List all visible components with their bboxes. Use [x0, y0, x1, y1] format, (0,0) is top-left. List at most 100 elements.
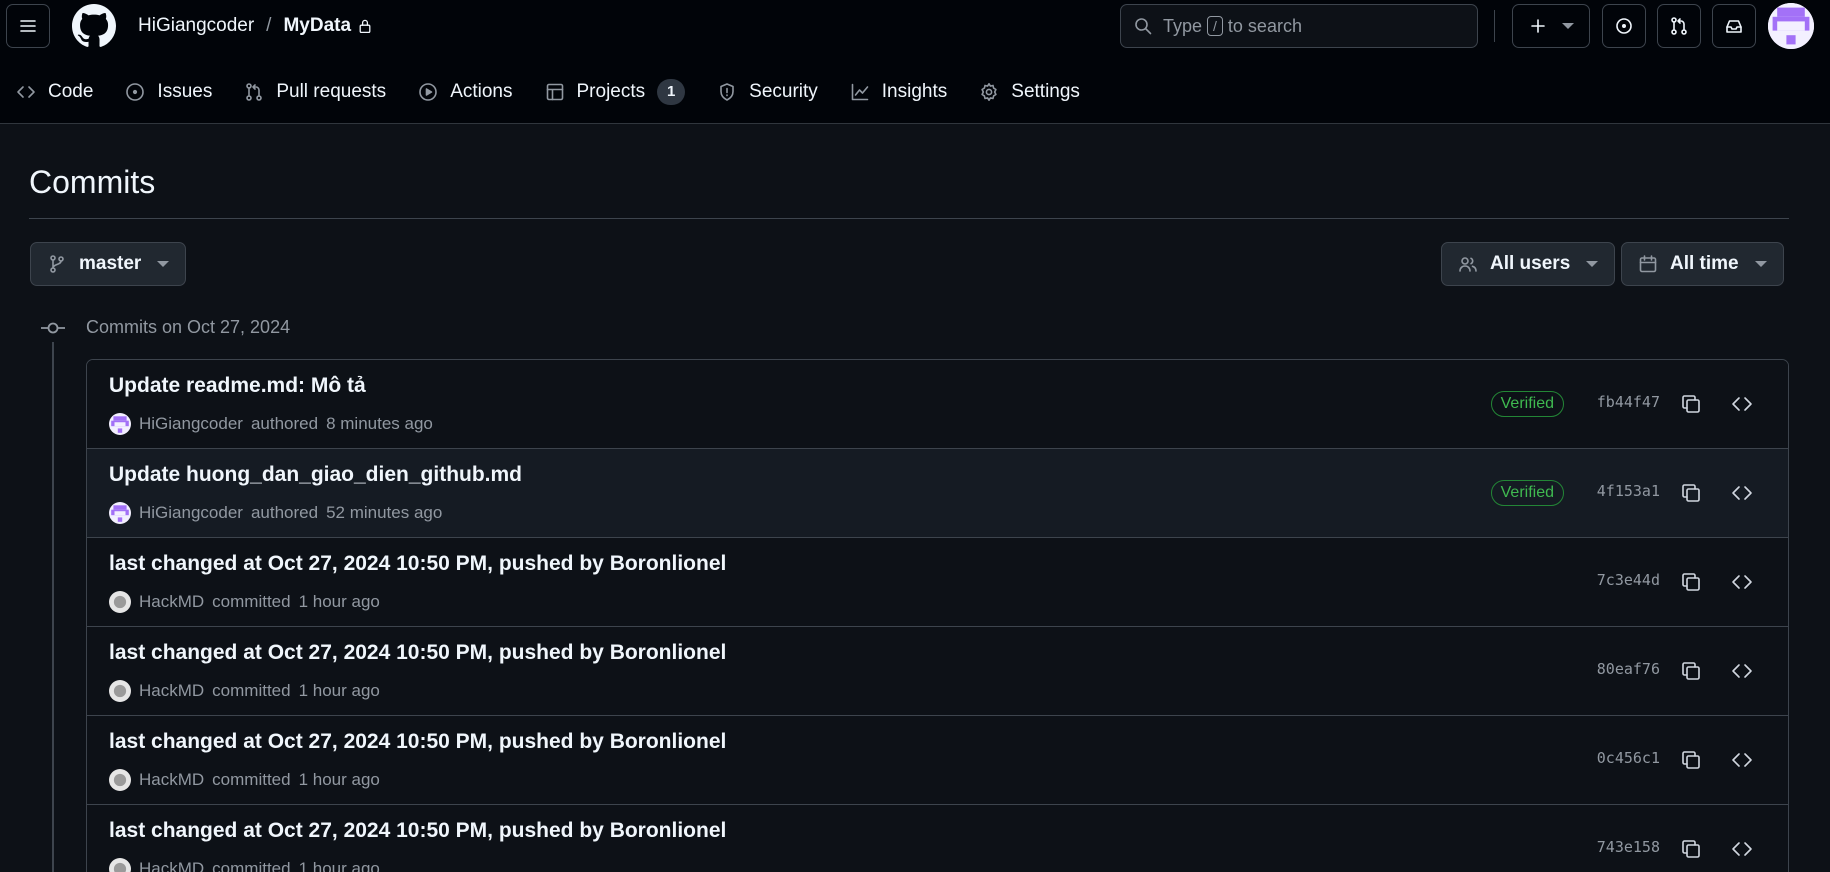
- search-shortcut-key: /: [1207, 16, 1223, 36]
- tab-settings[interactable]: Settings: [963, 81, 1096, 103]
- author-avatar[interactable]: [109, 413, 131, 435]
- calendar-icon: [1639, 255, 1657, 273]
- author-name[interactable]: HackMD: [139, 859, 204, 872]
- pull-request-icon: [246, 83, 263, 101]
- search-prefix: Type: [1163, 15, 1203, 36]
- browse-code-icon[interactable]: [1730, 659, 1754, 683]
- author-name[interactable]: HackMD: [139, 592, 204, 612]
- tab-issues[interactable]: Issues: [109, 81, 228, 103]
- copy-icon[interactable]: [1679, 837, 1703, 861]
- author-avatar[interactable]: [109, 769, 131, 791]
- tab-security[interactable]: Security: [701, 81, 834, 103]
- identicon-avatar: [109, 413, 131, 435]
- browse-code-icon[interactable]: [1730, 570, 1754, 594]
- author-avatar[interactable]: [109, 502, 131, 524]
- tab-actions[interactable]: Actions: [402, 81, 528, 103]
- copy-icon[interactable]: [1679, 748, 1703, 772]
- author-name[interactable]: HiGiangcoder: [139, 414, 243, 434]
- commit-meta: HiGiangcoder authored 52 minutes ago: [109, 501, 442, 525]
- commit-group-date: Commits on Oct 27, 2024: [86, 317, 291, 337]
- copy-icon[interactable]: [1679, 570, 1703, 594]
- inbox-icon: [1726, 20, 1742, 33]
- hackmd-avatar-icon: [113, 595, 127, 609]
- commit-row: last changed at Oct 27, 2024 10:50 PM, p…: [87, 627, 1788, 716]
- copy-icon[interactable]: [1679, 659, 1703, 683]
- commit-action: committed: [212, 770, 291, 789]
- chevron-down-icon: [1562, 23, 1574, 29]
- commit-meta: HackMD committed 1 hour ago: [109, 857, 380, 872]
- tab-insights[interactable]: Insights: [834, 81, 963, 103]
- author-avatar[interactable]: [109, 591, 131, 613]
- author-avatar[interactable]: [109, 680, 131, 702]
- time-filter-label: All time: [1670, 253, 1739, 274]
- users-filter-label: All users: [1490, 253, 1571, 274]
- play-icon: [419, 83, 437, 101]
- tab-code[interactable]: Code: [0, 81, 109, 103]
- browse-code-icon[interactable]: [1730, 748, 1754, 772]
- time-filter[interactable]: All time: [1621, 242, 1784, 286]
- commit-action: committed: [212, 592, 291, 611]
- search-suffix: to search: [1227, 15, 1302, 36]
- copy-icon[interactable]: [1679, 481, 1703, 505]
- commit-action: authored: [250, 414, 319, 433]
- graph-icon: [851, 83, 869, 101]
- browse-code-icon[interactable]: [1730, 392, 1754, 416]
- breadcrumb-separator: /: [266, 15, 272, 36]
- commit-title-link[interactable]: last changed at Oct 27, 2024 10:50 PM, p…: [109, 819, 726, 843]
- people-icon: [1459, 257, 1477, 272]
- commit-title-link[interactable]: last changed at Oct 27, 2024 10:50 PM, p…: [109, 641, 726, 665]
- verified-badge[interactable]: Verified: [1490, 480, 1564, 506]
- create-new-button[interactable]: [1512, 4, 1590, 48]
- hackmd-avatar-icon: [113, 773, 127, 787]
- tab-projects[interactable]: Projects 1: [529, 79, 702, 105]
- commit-sha-link[interactable]: 743e158: [1597, 838, 1660, 856]
- github-logo[interactable]: [72, 4, 116, 48]
- title-divider: [29, 218, 1789, 219]
- commit-sha-link[interactable]: 4f153a1: [1597, 482, 1660, 500]
- commit-sha-link[interactable]: 7c3e44d: [1597, 571, 1660, 589]
- branch-selector[interactable]: master: [30, 242, 187, 286]
- tab-security-label: Security: [749, 81, 818, 102]
- commit-sha-link[interactable]: fb44f47: [1597, 393, 1660, 411]
- browse-code-icon[interactable]: [1730, 481, 1754, 505]
- author-name[interactable]: HackMD: [139, 681, 204, 701]
- author-name[interactable]: HackMD: [139, 770, 204, 790]
- commit-title-link[interactable]: last changed at Oct 27, 2024 10:50 PM, p…: [109, 552, 726, 576]
- inbox-button[interactable]: [1712, 4, 1756, 48]
- repo-link[interactable]: MyData: [283, 15, 351, 37]
- hackmd-avatar-icon: [113, 862, 127, 872]
- users-filter[interactable]: All users: [1441, 242, 1616, 286]
- commit-title-link[interactable]: last changed at Oct 27, 2024 10:50 PM, p…: [109, 730, 726, 754]
- search-input[interactable]: Type / to search: [1120, 4, 1478, 48]
- hackmd-avatar-icon: [113, 684, 127, 698]
- issue-icon: [1616, 18, 1632, 34]
- search-icon: [1135, 18, 1152, 35]
- identicon-avatar: [109, 502, 131, 524]
- commit-sha-link[interactable]: 80eaf76: [1597, 660, 1660, 678]
- commit-time: 52 minutes ago: [326, 503, 443, 522]
- verified-badge[interactable]: Verified: [1490, 391, 1564, 417]
- repo-nav: Code Issues Pull requests Actions Projec…: [0, 72, 1096, 112]
- commit-time: 8 minutes ago: [326, 414, 433, 433]
- author-name[interactable]: HiGiangcoder: [139, 503, 243, 523]
- global-header: HiGiangcoder / MyData Type / to search C…: [0, 0, 1830, 124]
- commit-title-link[interactable]: Update huong_dan_giao_dien_github.md: [109, 463, 522, 487]
- tab-pull-requests[interactable]: Pull requests: [228, 81, 402, 103]
- owner-link[interactable]: HiGiangcoder: [138, 15, 254, 37]
- commit-meta: HackMD committed 1 hour ago: [109, 590, 380, 614]
- page-title: Commits: [29, 164, 156, 200]
- browse-code-icon[interactable]: [1730, 837, 1754, 861]
- user-avatar[interactable]: [1768, 3, 1814, 49]
- commit-title-link[interactable]: Update readme.md: Mô tả: [109, 374, 366, 398]
- issues-shortcut-button[interactable]: [1602, 4, 1646, 48]
- identicon-avatar: [1768, 3, 1814, 49]
- code-icon: [17, 86, 35, 98]
- pull-requests-shortcut-button[interactable]: [1657, 4, 1701, 48]
- menu-button[interactable]: [6, 4, 50, 48]
- commit-action: committed: [212, 681, 291, 700]
- author-avatar[interactable]: [109, 858, 131, 872]
- commit-sha-link[interactable]: 0c456c1: [1597, 749, 1660, 767]
- copy-icon[interactable]: [1679, 392, 1703, 416]
- header-divider: [1494, 10, 1495, 42]
- commit-row: last changed at Oct 27, 2024 10:50 PM, p…: [87, 805, 1788, 872]
